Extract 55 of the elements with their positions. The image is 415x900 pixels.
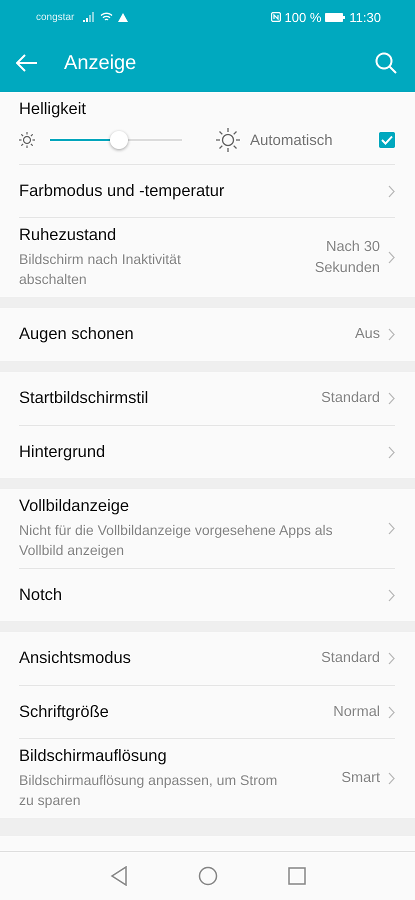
row-value: Smart: [340, 769, 380, 788]
search-icon: [375, 52, 397, 74]
settings-row[interactable]: Farbmodus und -temperatur: [19, 164, 395, 217]
chevron-icon: [388, 184, 395, 198]
row-value: Normal: [332, 702, 380, 722]
signal-icon: [83, 12, 96, 22]
row-value: Nach 30 Sekunden: [314, 238, 380, 278]
settings-row[interactable]: Ansichtsmodus Standard: [19, 632, 395, 685]
row-title: Startbildschirmstil: [19, 389, 150, 408]
clock: 11:30: [349, 10, 381, 24]
recents-nav-button[interactable]: [288, 867, 306, 885]
home-nav-button[interactable]: [198, 866, 218, 886]
chevron-icon: [388, 706, 395, 718]
sun-large-icon: [216, 128, 240, 152]
slider-thumb[interactable]: [110, 131, 128, 149]
chevron-icon: [388, 522, 395, 535]
row-subtitle: Nicht für die Vollbildanzeige vorgesehene Apps als Vollbild anzeigen: [19, 521, 334, 560]
row-title: Vollbildanzeige: [19, 497, 130, 516]
row-value: Aus: [354, 325, 380, 344]
row-value: Standard: [320, 389, 380, 408]
brightness-label: Helligkeit: [19, 100, 87, 119]
row-title: Farbmodus und -temperatur: [19, 182, 226, 200]
chevron-icon: [388, 588, 395, 602]
battery-icon: [325, 12, 346, 22]
page-title: Anzeige: [64, 52, 138, 74]
row-title: Augen schonen: [19, 325, 135, 344]
warning-icon: [118, 12, 128, 22]
chevron-icon: [388, 251, 395, 264]
nfc-icon: [270, 12, 281, 22]
auto-checkbox[interactable]: [379, 132, 395, 148]
back-arrow-icon: [16, 54, 38, 72]
row-title: Hintergrund: [19, 442, 106, 462]
wifi-icon: [100, 12, 114, 22]
row-title: Notch: [19, 586, 64, 604]
row-title: Bildschirmauflösung: [19, 747, 168, 766]
auto-label: Automatisch: [250, 132, 334, 148]
chevron-icon: [388, 652, 395, 665]
settings-row[interactable]: Startbildschirmstil Standard: [19, 372, 395, 425]
row-title: Schriftgröße: [19, 702, 110, 722]
row-value: Standard: [320, 649, 380, 668]
chevron-icon: [388, 392, 395, 405]
settings-row[interactable]: Augen schonen Aus: [19, 308, 395, 361]
chevron-icon: [388, 446, 395, 458]
back-nav-button[interactable]: [110, 866, 128, 886]
sun-small-icon: [19, 132, 35, 148]
chevron-icon: [388, 328, 395, 341]
row-title: Ruhezustand: [19, 226, 118, 245]
row-title: Ansichtsmodus: [19, 649, 132, 668]
row-subtitle: Bildschirmauflösung anpassen, um Strom zu sparen: [19, 771, 278, 810]
settings-row[interactable]: Schriftgröße Normal: [19, 685, 395, 738]
battery-percentage: 100 %: [284, 10, 322, 24]
chevron-icon: [388, 772, 395, 785]
row-subtitle: Bildschirm nach Inaktivität abschalten: [19, 250, 182, 289]
carrier-name: congstar: [36, 12, 74, 22]
settings-row[interactable]: Vollbildanzeige Nicht für die Vollbildanzeige vorgesehene Apps als Vollbild anzeigen: [19, 489, 395, 568]
